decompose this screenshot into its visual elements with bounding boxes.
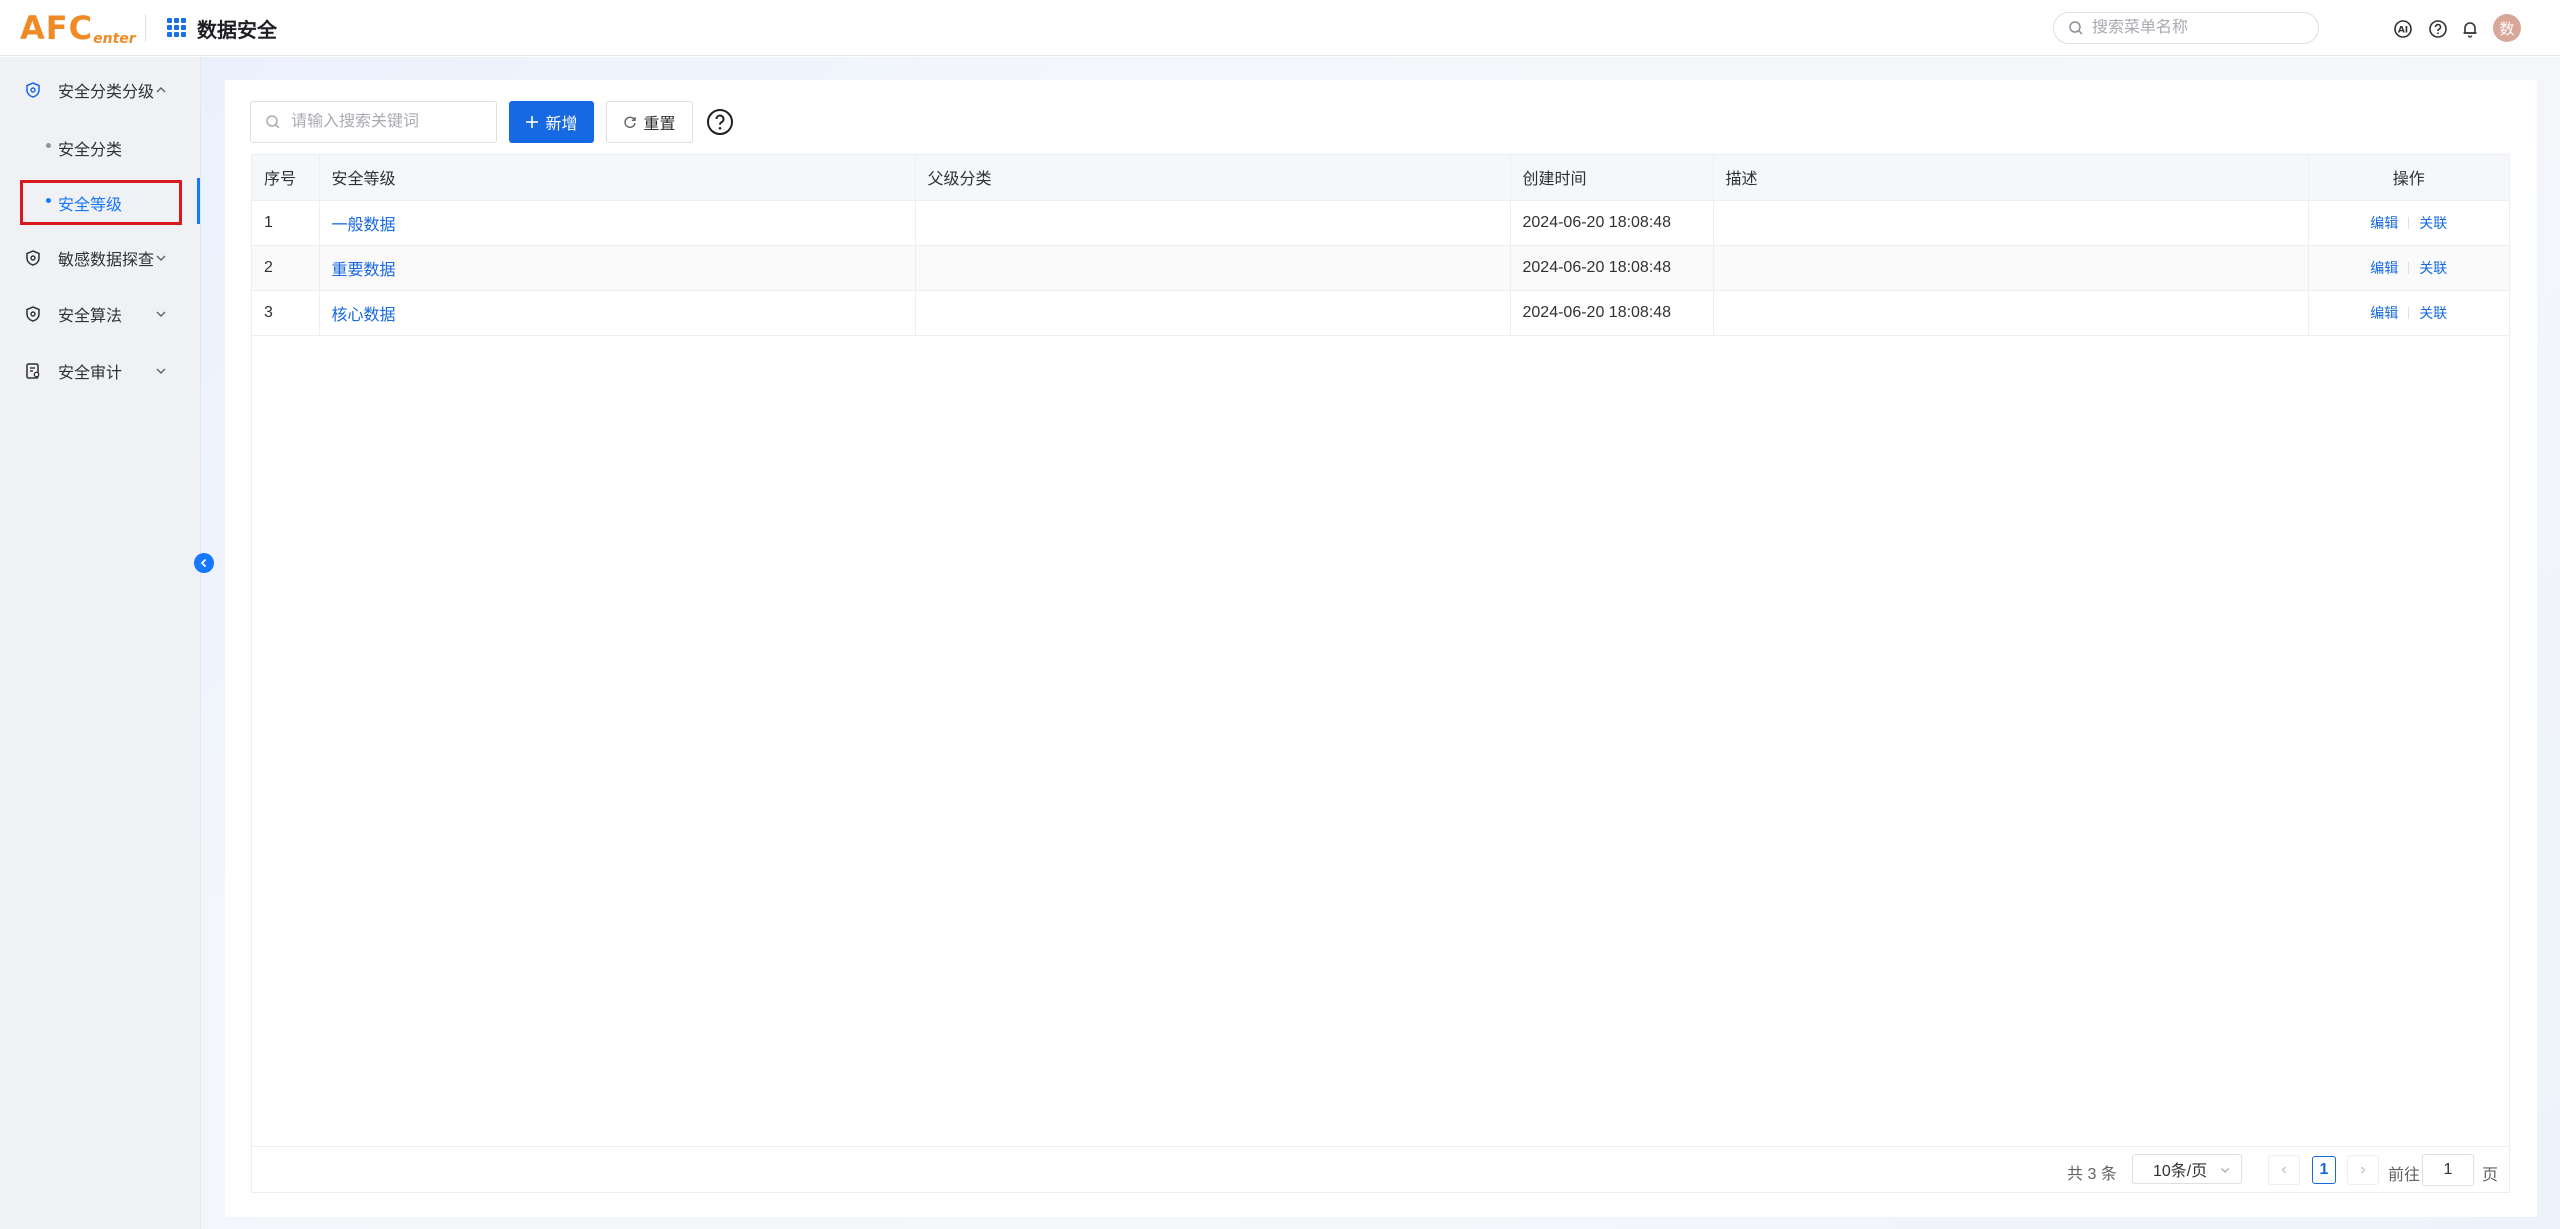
sidebar-item-label: 安全分类分级 — [58, 84, 155, 101]
keyword-search-input[interactable] — [291, 113, 491, 131]
menu-search-input[interactable] — [2092, 19, 2302, 37]
page-number-current[interactable]: 1 — [2312, 1156, 2336, 1184]
refresh-icon — [624, 116, 637, 128]
sidebar-item-label: 安全分类 — [58, 142, 123, 159]
shield-icon — [26, 82, 40, 98]
cell-actions: 编辑 关联 — [2308, 245, 2509, 291]
cell-parent — [915, 245, 1511, 291]
chevron-down-icon — [2221, 1168, 2229, 1173]
logo-sub-text: enter — [93, 31, 136, 47]
table-row: 2 重要数据 2024-06-20 18:08:48 编辑 关联 — [252, 245, 2509, 291]
column-header-index: 序号 — [252, 155, 320, 201]
cell-index: 1 — [252, 200, 320, 246]
page-size-select[interactable]: 10条/页 — [2132, 1154, 2242, 1184]
cell-desc — [1713, 245, 2309, 291]
table-header-row: 序号 安全等级 父级分类 创建时间 描述 操作 — [252, 155, 2509, 201]
cell-index: 3 — [252, 290, 320, 336]
column-header-parent: 父级分类 — [915, 155, 1511, 201]
svg-text:AI: AI — [2398, 26, 2408, 36]
keyword-search-box[interactable] — [250, 101, 497, 143]
top-header: AFCenter 数据安全 AI 数 — [0, 0, 2560, 56]
goto-suffix: 页 — [2482, 1167, 2499, 1184]
sidebar-collapse-button[interactable] — [194, 553, 214, 573]
highlight-box — [20, 180, 182, 225]
column-header-desc: 描述 — [1713, 155, 2309, 201]
edit-link[interactable]: 编辑 — [2370, 305, 2398, 321]
app-title-text: 数据安全 — [197, 19, 277, 42]
chevron-left-icon — [2281, 1166, 2286, 1174]
edit-link[interactable]: 编辑 — [2370, 260, 2398, 276]
sidebar-item-classification[interactable]: 安全分类分级 — [0, 70, 200, 110]
cell-parent — [915, 290, 1511, 336]
app-grid-icon[interactable] — [167, 18, 187, 38]
prev-page-button[interactable] — [2268, 1155, 2300, 1185]
chevron-down-icon — [156, 368, 166, 374]
chevron-up-icon — [156, 87, 166, 93]
search-icon — [2069, 21, 2083, 35]
table-row: 3 核心数据 2024-06-20 18:08:48 编辑 关联 — [252, 290, 2509, 336]
add-button-label: 新增 — [545, 116, 578, 133]
chevron-down-icon — [156, 255, 166, 261]
associate-link[interactable]: 关联 — [2419, 260, 2447, 276]
cell-created: 2024-06-20 18:08:48 — [1510, 290, 1714, 336]
chevron-down-icon — [156, 311, 166, 317]
cell-level-link[interactable]: 一般数据 — [319, 200, 916, 246]
cell-actions: 编辑 关联 — [2308, 290, 2509, 336]
column-header-level: 安全等级 — [319, 155, 916, 201]
cell-actions: 编辑 关联 — [2308, 200, 2509, 246]
goto-label: 前往 — [2388, 1167, 2421, 1184]
logo: AFCenter — [20, 9, 136, 47]
associate-link[interactable]: 关联 — [2419, 305, 2447, 321]
goto-page-input[interactable] — [2422, 1154, 2474, 1186]
chevron-left-icon — [200, 558, 207, 568]
cell-level-link[interactable]: 重要数据 — [319, 245, 916, 291]
cell-index: 2 — [252, 245, 320, 291]
ai-icon[interactable]: AI — [2392, 18, 2414, 40]
help-icon[interactable] — [706, 108, 734, 136]
sidebar-item-label: 安全算法 — [58, 308, 123, 325]
header-divider — [145, 14, 146, 42]
next-page-button[interactable] — [2347, 1155, 2379, 1185]
avatar[interactable]: 数 — [2493, 14, 2521, 42]
reset-button-label: 重置 — [643, 116, 676, 133]
sidebar-subitem-category[interactable]: 安全分类 — [0, 125, 200, 165]
cell-desc — [1713, 290, 2309, 336]
shield-icon — [26, 306, 40, 322]
associate-link[interactable]: 关联 — [2419, 215, 2447, 231]
cell-created: 2024-06-20 18:08:48 — [1510, 245, 1714, 291]
bullet-dot — [46, 143, 51, 148]
data-table: 序号 安全等级 父级分类 创建时间 描述 操作 1 一般数据 2024-06-2… — [251, 154, 2510, 1193]
cell-level-link[interactable]: 核心数据 — [319, 290, 916, 336]
plus-icon — [526, 116, 539, 128]
column-header-created: 创建时间 — [1510, 155, 1714, 201]
add-button[interactable]: 新增 — [509, 101, 594, 143]
sidebar-item-label: 敏感数据探查 — [58, 252, 155, 269]
sidebar-item-algorithm[interactable]: 安全算法 — [0, 294, 200, 334]
sidebar-item-sensitive-discovery[interactable]: 敏感数据探查 — [0, 238, 200, 278]
active-indicator — [197, 178, 200, 224]
column-header-actions: 操作 — [2308, 155, 2509, 201]
app-title[interactable]: 数据安全 — [167, 14, 277, 42]
page-size-value: 10条/页 — [2153, 1163, 2208, 1180]
menu-search-box[interactable] — [2053, 12, 2319, 44]
sidebar-item-audit[interactable]: 安全审计 — [0, 351, 200, 391]
cell-created: 2024-06-20 18:08:48 — [1510, 200, 1714, 246]
total-count: 共 3 条 — [2067, 1166, 2117, 1183]
sidebar-item-label: 安全审计 — [58, 365, 123, 382]
logo-main-text: AFC — [20, 9, 94, 47]
audit-icon — [26, 363, 40, 379]
reset-button[interactable]: 重置 — [606, 101, 693, 143]
bell-icon[interactable] — [2459, 18, 2481, 40]
cell-parent — [915, 200, 1511, 246]
shield-icon — [26, 250, 40, 266]
table-row: 1 一般数据 2024-06-20 18:08:48 编辑 关联 — [252, 200, 2509, 246]
cell-desc — [1713, 200, 2309, 246]
help-icon[interactable] — [2427, 18, 2449, 40]
chevron-right-icon — [2361, 1166, 2366, 1174]
search-icon — [266, 115, 280, 129]
sidebar: 安全分类分级 安全分类 安全等级 敏感数据探查 安全算法 安全审计 — [0, 57, 201, 1229]
edit-link[interactable]: 编辑 — [2370, 215, 2398, 231]
